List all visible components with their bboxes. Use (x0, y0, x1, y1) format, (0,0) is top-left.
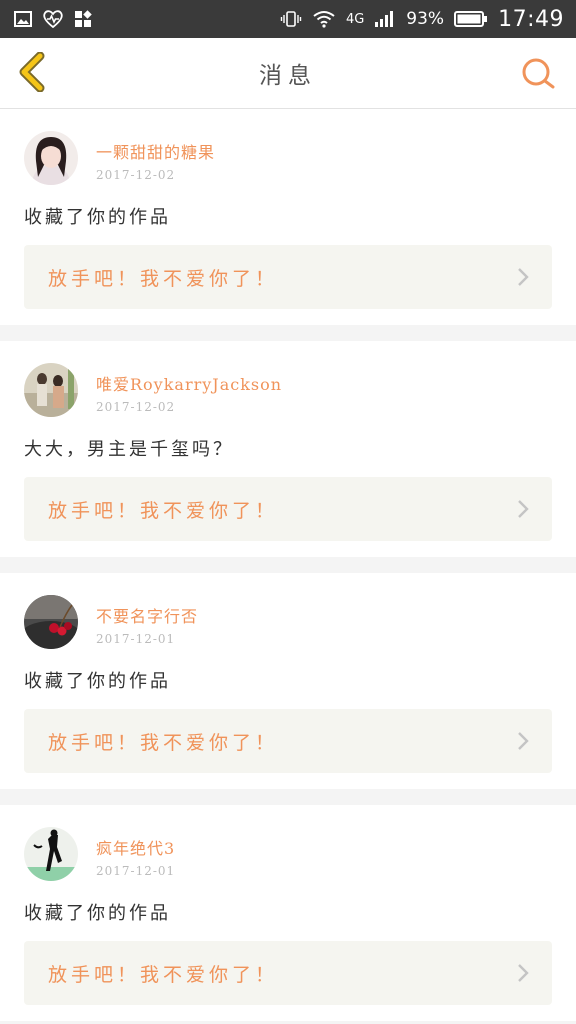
work-title: 放手吧！我不爱你了！ (48, 499, 279, 522)
avatar[interactable] (24, 595, 78, 649)
avatar[interactable] (24, 363, 78, 417)
vibrate-icon (280, 10, 302, 28)
avatar[interactable] (24, 827, 78, 881)
message-text: 收藏了你的作品 (24, 671, 171, 692)
message-header: 一颗甜甜的糖果 2017-12-02 (24, 131, 552, 185)
message-text: 收藏了你的作品 (24, 903, 171, 924)
message-date: 2017-12-01 (96, 864, 176, 878)
message-list: 一颗甜甜的糖果 2017-12-02 收藏了你的作品 放手吧！我不爱你了！ 唯爱… (0, 109, 576, 1021)
battery-percent: 93% (406, 9, 445, 29)
work-title: 放手吧！我不爱你了！ (48, 267, 279, 290)
message-card: 不要名字行否 2017-12-01 收藏了你的作品 放手吧！我不爱你了！ (0, 573, 576, 789)
gallery-notification-icon (14, 11, 32, 27)
clock: 17:49 (498, 6, 564, 32)
wifi-icon (312, 10, 336, 28)
message-header: 疯年绝代3 2017-12-01 (24, 827, 552, 881)
message-meta: 一颗甜甜的糖果 2017-12-02 (96, 131, 215, 182)
signal-icon (374, 10, 396, 28)
top-navigation-bar: 消息 (0, 38, 576, 109)
status-left (14, 10, 92, 28)
work-link[interactable]: 放手吧！我不爱你了！ (24, 245, 552, 309)
network-type-label: 4G (345, 11, 365, 27)
message-meta: 唯爱RoykarryJackson 2017-12-02 (96, 363, 282, 414)
status-right: 4G 93% 17:49 (280, 7, 564, 32)
sender-name[interactable]: 唯爱RoykarryJackson (96, 371, 282, 395)
sender-name[interactable]: 不要名字行否 (96, 603, 198, 627)
message-card: 唯爱RoykarryJackson 2017-12-02 大大，男主是千玺吗？ … (0, 341, 576, 557)
chevron-right-icon (518, 500, 529, 518)
search-button[interactable] (520, 56, 556, 92)
widgets-notification-icon (74, 10, 92, 28)
back-arrow-icon (19, 51, 45, 93)
work-link[interactable]: 放手吧！我不爱你了！ (24, 477, 552, 541)
chevron-right-icon (518, 732, 529, 750)
message-card: 疯年绝代3 2017-12-01 收藏了你的作品 放手吧！我不爱你了！ (0, 805, 576, 1021)
message-card: 一颗甜甜的糖果 2017-12-02 收藏了你的作品 放手吧！我不爱你了！ (0, 109, 576, 325)
message-meta: 不要名字行否 2017-12-01 (96, 595, 198, 646)
search-icon (522, 58, 555, 89)
message-text: 收藏了你的作品 (24, 207, 171, 228)
chevron-right-icon (518, 964, 529, 982)
chevron-right-icon (518, 268, 529, 286)
avatar[interactable] (24, 131, 78, 185)
work-title: 放手吧！我不爱你了！ (48, 963, 279, 986)
back-button[interactable] (14, 51, 54, 93)
work-title: 放手吧！我不爱你了！ (48, 731, 279, 754)
message-date: 2017-12-02 (96, 168, 176, 182)
message-meta: 疯年绝代3 2017-12-01 (96, 827, 175, 878)
health-notification-icon (42, 10, 64, 28)
message-date: 2017-12-01 (96, 632, 176, 646)
message-header: 不要名字行否 2017-12-01 (24, 595, 552, 649)
work-link[interactable]: 放手吧！我不爱你了！ (24, 941, 552, 1005)
message-date: 2017-12-02 (96, 400, 176, 414)
status-bar: 4G 93% 17:49 (0, 0, 576, 38)
work-link[interactable]: 放手吧！我不爱你了！ (24, 709, 552, 773)
page-title: 消息 (259, 63, 317, 89)
battery-icon (454, 10, 488, 28)
message-header: 唯爱RoykarryJackson 2017-12-02 (24, 363, 552, 417)
sender-name[interactable]: 疯年绝代3 (96, 835, 175, 859)
sender-name[interactable]: 一颗甜甜的糖果 (96, 139, 215, 163)
message-text: 大大，男主是千玺吗？ (24, 439, 234, 460)
